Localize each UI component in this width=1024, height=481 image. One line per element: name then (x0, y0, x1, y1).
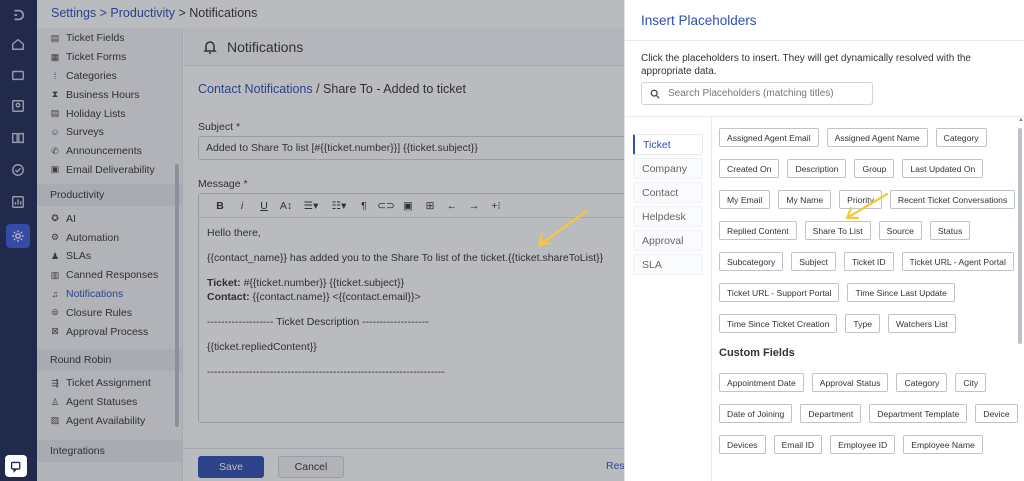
placeholder-chip[interactable]: Email ID (773, 435, 823, 454)
placeholder-row: Appointment Date Approval Status Category C… (719, 373, 1019, 392)
category-tab-company[interactable]: Company (633, 158, 703, 179)
placeholder-row: My Email My Name Priority Recent Ticket Con… (719, 190, 1019, 209)
category-tab-sla[interactable]: SLA (633, 254, 703, 275)
placeholder-chip[interactable]: Devices (719, 435, 766, 454)
category-tab-approval[interactable]: Approval (633, 230, 703, 251)
placeholder-chip[interactable]: Subject (791, 252, 836, 271)
placeholder-list: Assigned Agent Email Assigned Agent Name C… (719, 128, 1019, 466)
placeholder-chip[interactable]: Last Updated On (902, 159, 984, 178)
scroll-up-icon[interactable]: ▲ (1018, 117, 1024, 123)
placeholder-chip[interactable]: Subcategory (719, 252, 784, 271)
placeholder-row: Date of Joining Department Department Temp… (719, 404, 1019, 423)
placeholder-chip[interactable]: Priority (839, 190, 882, 209)
placeholder-chip[interactable]: Group (854, 159, 895, 178)
placeholder-row: Time Since Ticket Creation Type Watchers L… (719, 314, 1019, 333)
placeholder-chip[interactable]: Category (935, 128, 987, 147)
placeholder-chip[interactable]: Device (975, 404, 1018, 423)
category-tab-ticket[interactable]: Ticket (633, 134, 703, 155)
insert-placeholders-panel: Insert Placeholders Click the placeholde… (624, 0, 1024, 481)
chat-icon[interactable] (5, 455, 27, 477)
placeholder-chip[interactable]: Employee Name (903, 435, 983, 454)
placeholder-chip[interactable]: Share To List (804, 221, 871, 240)
placeholder-chip[interactable]: Approval Status (811, 373, 889, 392)
placeholder-chip[interactable]: City (955, 373, 987, 392)
placeholder-chip[interactable]: Category (896, 373, 948, 392)
placeholder-chip[interactable]: Assigned Agent Email (719, 128, 819, 147)
placeholder-chip[interactable]: Date of Joining (719, 404, 793, 423)
placeholder-chip[interactable]: Time Since Last Update (847, 283, 955, 302)
category-tab-contact[interactable]: Contact (633, 182, 703, 203)
placeholder-categories: Ticket Company Contact Helpdesk Approval SLA (633, 134, 703, 278)
modal-backdrop[interactable] (0, 0, 624, 481)
placeholder-row: Subcategory Subject Ticket ID Ticket URL - … (719, 252, 1019, 271)
category-divider (711, 116, 712, 481)
placeholder-chip[interactable]: Ticket URL - Agent Portal (901, 252, 1014, 271)
placeholder-chip[interactable]: Type (845, 314, 881, 333)
placeholder-chip[interactable]: Ticket URL - Support Portal (719, 283, 840, 302)
placeholder-chip[interactable]: Recent Ticket Conversations (889, 190, 1016, 209)
placeholder-chip[interactable]: My Email (719, 190, 771, 209)
placeholder-row: Devices Email ID Employee ID Employee Name (719, 435, 1019, 454)
placeholder-chip[interactable]: Department (800, 404, 862, 423)
placeholder-chip[interactable]: Time Since Ticket Creation (719, 314, 838, 333)
search-icon (650, 89, 660, 99)
panel-scrollbar[interactable] (1018, 128, 1022, 344)
placeholder-chip[interactable]: My Name (778, 190, 832, 209)
panel-divider (625, 116, 1024, 117)
placeholder-chip[interactable]: Status (929, 221, 971, 240)
placeholder-chip[interactable]: Assigned Agent Name (826, 128, 928, 147)
placeholder-chip[interactable]: Description (787, 159, 847, 178)
placeholder-search[interactable]: Search Placeholders (matching titles) (641, 82, 873, 105)
search-input[interactable]: Search Placeholders (matching titles) (668, 88, 834, 99)
placeholder-row: Created On Description Group Last Updated O… (719, 159, 1019, 178)
placeholder-chip[interactable]: Appointment Date (719, 373, 804, 392)
panel-description: Click the placeholders to insert. They w… (641, 53, 971, 77)
placeholder-row: Ticket URL - Support Portal Time Since La… (719, 283, 1019, 302)
placeholder-chip[interactable]: Source (878, 221, 922, 240)
placeholder-row: Assigned Agent Email Assigned Agent Name C… (719, 128, 1019, 147)
placeholder-row: Replied Content Share To List Source Status (719, 221, 1019, 240)
custom-fields-title: Custom Fields (719, 347, 795, 359)
placeholder-chip[interactable]: Ticket ID (843, 252, 894, 271)
placeholder-chip[interactable]: Employee ID (830, 435, 896, 454)
category-tab-helpdesk[interactable]: Helpdesk (633, 206, 703, 227)
panel-title: Insert Placeholders (625, 0, 1024, 41)
placeholder-chip[interactable]: Replied Content (719, 221, 797, 240)
placeholder-chip[interactable]: Department Template (869, 404, 968, 423)
placeholder-chip[interactable]: Watchers List (888, 314, 956, 333)
placeholder-chip[interactable]: Created On (719, 159, 780, 178)
